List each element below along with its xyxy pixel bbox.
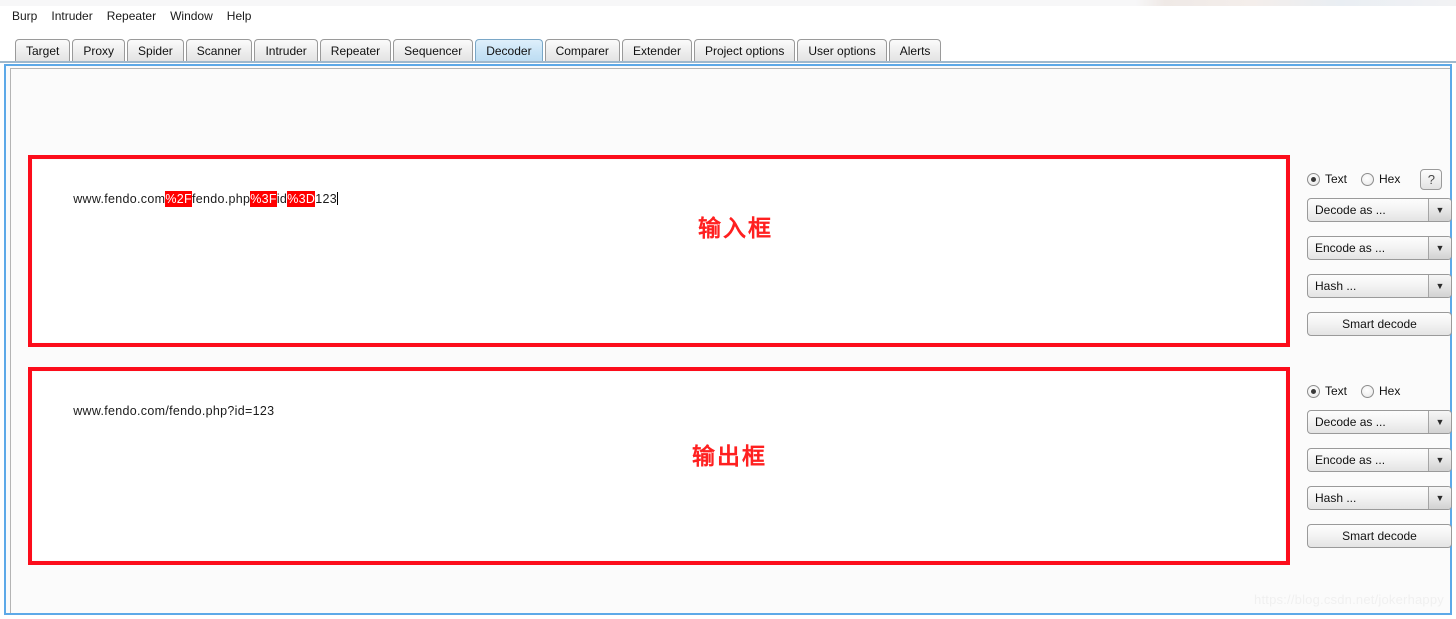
input-hash-label: Hash ... — [1315, 279, 1357, 293]
annotation-label-input: 输入框 — [698, 216, 773, 242]
tab-sequencer[interactable]: Sequencer — [393, 39, 474, 62]
output-smart-decode-button[interactable]: Smart decode — [1307, 524, 1452, 548]
chevron-down-icon[interactable]: ▼ — [1428, 449, 1451, 471]
output-decode-as-dropdown[interactable]: Decode as ... ▼ — [1307, 410, 1452, 434]
tab-intruder[interactable]: Intruder — [254, 39, 318, 62]
chevron-down-icon[interactable]: ▼ — [1428, 487, 1451, 509]
input-format-radio-group: Text Hex ? — [1307, 168, 1452, 190]
input-format-hex-radio[interactable] — [1361, 172, 1375, 186]
tab-alerts[interactable]: Alerts — [888, 39, 942, 62]
decoder-input-controls: Text Hex ? Decode as ... ▼ Encode as ...… — [1307, 168, 1452, 336]
annotation-box-output — [28, 367, 1290, 565]
watermark: https://blog.csdn.net/jokerhappy — [1254, 592, 1444, 607]
input-smart-decode-button[interactable]: Smart decode — [1307, 312, 1452, 336]
input-format-text-label[interactable]: Text — [1325, 172, 1347, 186]
tab-decoder[interactable]: Decoder — [475, 39, 543, 62]
annotation-label-output: 输出框 — [692, 444, 767, 470]
tab-extender[interactable]: Extender — [621, 39, 692, 62]
input-encode-as-dropdown[interactable]: Encode as ... ▼ — [1307, 236, 1452, 260]
main-tab-bar: Target Proxy Spider Scanner Intruder Rep… — [0, 30, 1456, 62]
menu-item-repeater[interactable]: Repeater — [107, 6, 156, 26]
annotation-box-input — [28, 155, 1290, 347]
output-hash-label: Hash ... — [1315, 491, 1357, 505]
chevron-down-icon[interactable]: ▼ — [1428, 237, 1451, 259]
output-encode-as-dropdown[interactable]: Encode as ... ▼ — [1307, 448, 1452, 472]
menu-item-help[interactable]: Help — [227, 6, 252, 26]
menu-bar: Burp Intruder Repeater Window Help — [0, 6, 1456, 26]
tab-spider[interactable]: Spider — [127, 39, 184, 62]
tab-target[interactable]: Target — [15, 39, 71, 62]
input-hash-dropdown[interactable]: Hash ... ▼ — [1307, 274, 1452, 298]
chevron-down-icon[interactable]: ▼ — [1428, 199, 1451, 221]
menu-item-window[interactable]: Window — [170, 6, 213, 26]
menu-item-burp[interactable]: Burp — [12, 6, 37, 26]
tab-repeater[interactable]: Repeater — [319, 39, 392, 62]
output-format-radio-group: Text Hex — [1307, 381, 1452, 401]
input-format-text-radio[interactable] — [1307, 172, 1320, 186]
tab-scanner[interactable]: Scanner — [185, 39, 253, 62]
chevron-down-icon[interactable]: ▼ — [1428, 275, 1451, 297]
tab-bar-underline — [0, 61, 1456, 63]
input-decode-as-dropdown[interactable]: Decode as ... ▼ — [1307, 198, 1452, 222]
output-format-text-label[interactable]: Text — [1325, 384, 1347, 398]
help-icon[interactable]: ? — [1420, 168, 1443, 190]
output-format-hex-label[interactable]: Hex — [1379, 384, 1400, 398]
output-decode-as-label: Decode as ... — [1315, 415, 1386, 429]
decoder-panel-inner: www.fendo.com%2Ffendo.php%3Fid%3D123 www… — [10, 68, 1452, 613]
decoder-panel: www.fendo.com%2Ffendo.php%3Fid%3D123 www… — [4, 64, 1452, 615]
output-hash-dropdown[interactable]: Hash ... ▼ — [1307, 486, 1452, 510]
chevron-down-icon[interactable]: ▼ — [1428, 411, 1451, 433]
tab-proxy[interactable]: Proxy — [72, 39, 126, 62]
tab-user-options[interactable]: User options — [797, 39, 887, 62]
input-format-hex-label[interactable]: Hex — [1379, 172, 1400, 186]
tab-project-options[interactable]: Project options — [693, 39, 796, 62]
output-format-hex-radio[interactable] — [1361, 384, 1375, 398]
output-format-text-radio[interactable] — [1307, 384, 1320, 398]
menu-item-intruder[interactable]: Intruder — [51, 6, 92, 26]
tab-comparer[interactable]: Comparer — [544, 39, 620, 62]
input-encode-as-label: Encode as ... — [1315, 241, 1386, 255]
input-decode-as-label: Decode as ... — [1315, 203, 1386, 217]
decoder-output-controls: Text Hex Decode as ... ▼ Encode as ... ▼… — [1307, 381, 1452, 548]
output-encode-as-label: Encode as ... — [1315, 453, 1386, 467]
